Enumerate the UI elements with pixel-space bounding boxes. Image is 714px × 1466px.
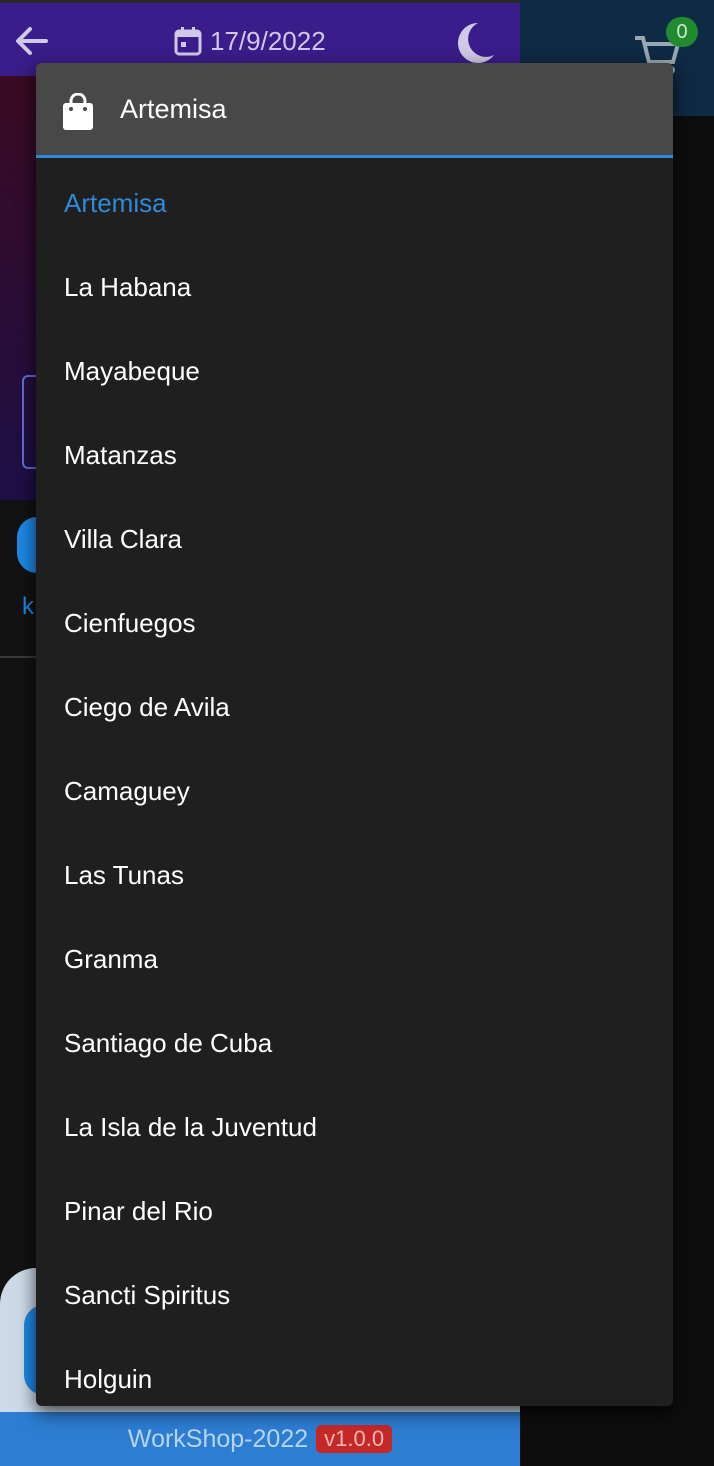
- dropdown-item-ciego-de-avila[interactable]: Ciego de Avila: [36, 665, 673, 749]
- moon-icon: [458, 23, 494, 63]
- footer-label: WorkShop-2022: [127, 1424, 309, 1453]
- dropdown-item-santiago-de-cuba[interactable]: Santiago de Cuba: [36, 1001, 673, 1085]
- date-display[interactable]: 17/9/2022: [174, 21, 326, 61]
- dropdown-item-granma[interactable]: Granma: [36, 917, 673, 1001]
- dropdown-item-la-isla-de-la-juventud[interactable]: La Isla de la Juventud: [36, 1085, 673, 1169]
- version-badge: v1.0.0: [316, 1425, 393, 1453]
- dropdown-item-matanzas[interactable]: Matanzas: [36, 413, 673, 497]
- divider: [0, 656, 40, 658]
- dropdown-list: Artemisa La Habana Mayabeque Matanzas Vi…: [36, 161, 673, 1406]
- date-text: 17/9/2022: [210, 25, 326, 56]
- dropdown-item-mayabeque[interactable]: Mayabeque: [36, 329, 673, 413]
- theme-toggle-button[interactable]: [450, 19, 498, 65]
- dropdown-item-las-tunas[interactable]: Las Tunas: [36, 833, 673, 917]
- dropdown-item-cienfuegos[interactable]: Cienfuegos: [36, 581, 673, 665]
- peek-text: k: [22, 593, 34, 620]
- cart-count-badge: 0: [666, 17, 698, 47]
- dropdown-item-holguin[interactable]: Holguin: [36, 1337, 673, 1406]
- shopping-bag-icon: [63, 93, 93, 130]
- dropdown-item-sancti-spiritus[interactable]: Sancti Spiritus: [36, 1253, 673, 1337]
- dropdown-item-pinar-del-rio[interactable]: Pinar del Rio: [36, 1169, 673, 1253]
- dropdown-item-la-habana[interactable]: La Habana: [36, 245, 673, 329]
- dropdown-header[interactable]: Artemisa: [36, 63, 673, 158]
- back-button[interactable]: [10, 21, 54, 61]
- footer: WorkShop-2022 v1.0.0: [0, 1412, 520, 1466]
- province-dropdown-menu: Artemisa Artemisa La Habana Mayabeque Ma…: [36, 63, 673, 1406]
- dropdown-item-camaguey[interactable]: Camaguey: [36, 749, 673, 833]
- arrow-left-icon: [16, 27, 48, 55]
- dropdown-item-villa-clara[interactable]: Villa Clara: [36, 497, 673, 581]
- dropdown-item-artemisa[interactable]: Artemisa: [36, 161, 673, 245]
- dropdown-selected-value: Artemisa: [120, 94, 227, 124]
- calendar-icon: [174, 27, 202, 56]
